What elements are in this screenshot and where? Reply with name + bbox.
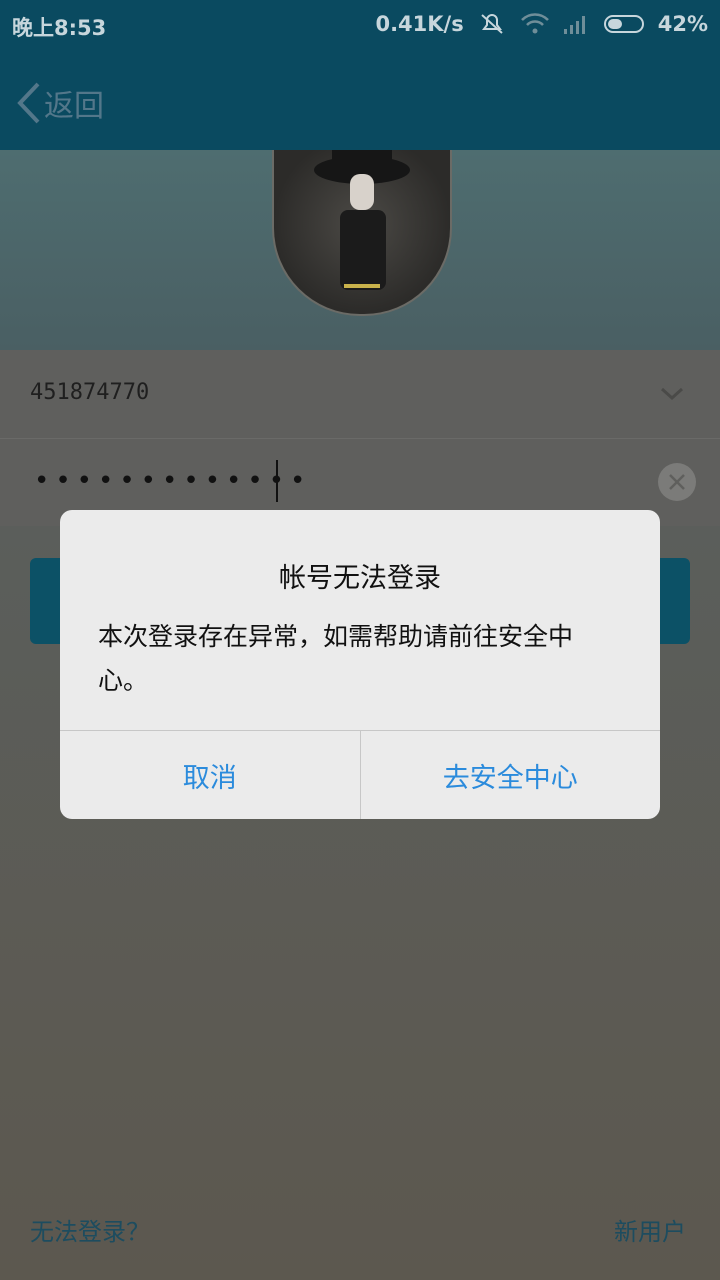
cannot-login-link[interactable]: 无法登录？ [30, 1212, 150, 1247]
avatar[interactable] [272, 150, 452, 316]
network-speed: 0.41K/s [375, 12, 464, 36]
back-label: 返回 [44, 89, 104, 124]
status-right: 0.41K/s 42% [375, 12, 708, 36]
battery-percent: 42% [657, 12, 708, 36]
new-user-link[interactable]: 新用户 [614, 1212, 686, 1247]
back-arrow-icon [17, 82, 40, 124]
account-input[interactable]: 451874770 [30, 380, 149, 405]
wifi-icon [520, 13, 549, 35]
status-bar: 晚上8:53 0.41K/s 42% [0, 0, 720, 50]
clear-icon[interactable] [658, 463, 696, 501]
signal-icon [562, 13, 590, 35]
back-button[interactable]: 返回 [14, 78, 104, 128]
top-header: 返回 [0, 50, 720, 150]
dialog-message: 本次登录存在异常，如需帮助请前往安全中心。 [98, 622, 574, 695]
cancel-button[interactable]: 取消 [60, 731, 360, 819]
login-form: 451874770 ••••••••••••• [0, 350, 720, 526]
text-cursor [276, 460, 278, 502]
security-center-button[interactable]: 去安全中心 [359, 731, 661, 819]
password-input[interactable]: ••••••••••••• [34, 466, 311, 496]
alert-dialog: 帐号无法登录 本次登录存在异常，如需帮助请前往安全中心。 取消 去安全中心 [60, 510, 660, 819]
battery-icon [603, 15, 644, 33]
dialog-title: 帐号无法登录 [279, 563, 441, 594]
chevron-down-icon[interactable] [660, 382, 684, 406]
account-row[interactable]: 451874770 [0, 350, 720, 439]
dialog-buttons: 取消 去安全中心 [60, 730, 660, 819]
mute-icon [478, 13, 506, 35]
status-time: 晚上8:53 [12, 16, 107, 40]
